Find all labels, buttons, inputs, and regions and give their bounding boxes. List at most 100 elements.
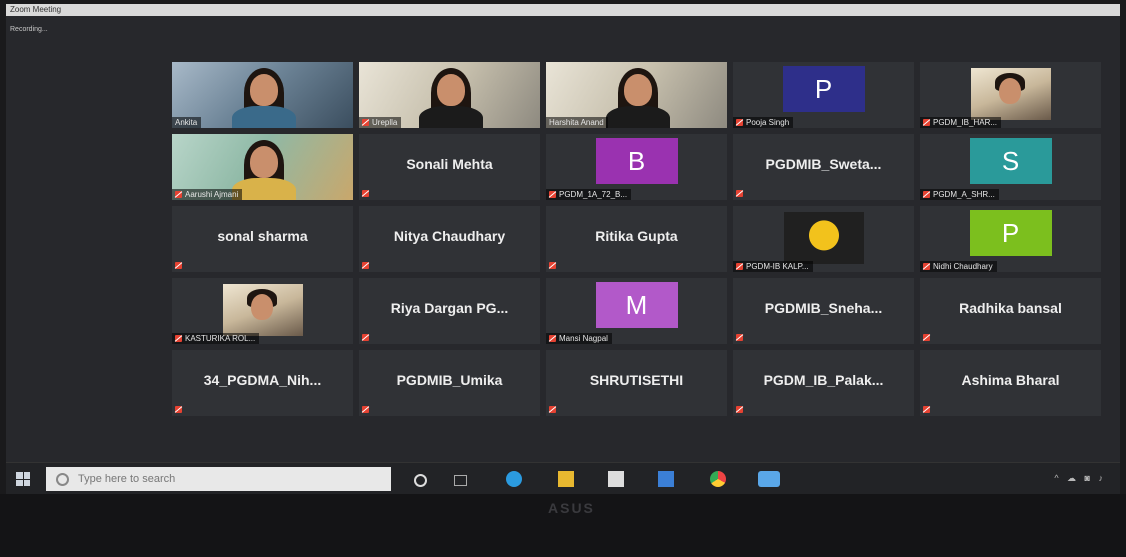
participant-avatar: P xyxy=(782,66,865,112)
participant-name: Riya Dargan PG... xyxy=(390,300,509,316)
participant-name-label: Ureplla xyxy=(359,117,402,128)
taskbar: Type here to search ^ ☁ ◙ ♪ xyxy=(6,462,1120,494)
windows-start-icon[interactable] xyxy=(16,472,30,486)
participant-name: Ankita xyxy=(175,118,198,127)
participant-tile[interactable]: Ritika Gupta xyxy=(546,206,727,272)
participant-name-label: PGDM_A_SHR... xyxy=(920,189,999,200)
participant-name-label: KASTURIKA ROL... xyxy=(172,333,260,344)
participant-tile[interactable]: KASTURIKA ROL... xyxy=(172,278,353,344)
participant-name-label: Ankita xyxy=(172,117,202,128)
participant-name: PGDMIB_Sweta... xyxy=(765,156,882,172)
muted-mic-icon xyxy=(175,335,182,342)
participant-tile[interactable]: PGDM_IB_HAR... xyxy=(920,62,1101,128)
participant-name-label: PGDM_IB_HAR... xyxy=(920,117,1002,128)
participant-tile[interactable]: SHRUTISETHI xyxy=(546,350,727,416)
window-title: Zoom Meeting xyxy=(6,4,1120,16)
participant-name-label: PGDM_1A_72_B... xyxy=(546,189,632,200)
participant-name: Ritika Gupta xyxy=(595,228,678,244)
participant-name: PGDM-IB KALP... xyxy=(746,262,809,271)
participant-name: 34_PGDMA_Nih... xyxy=(203,372,322,388)
participant-avatar: S xyxy=(969,138,1052,184)
task-view-icon[interactable] xyxy=(454,475,467,486)
participant-name: PGDM_1A_72_B... xyxy=(559,190,628,199)
muted-mic-icon xyxy=(923,119,930,126)
participant-name: PGDM_A_SHR... xyxy=(933,190,995,199)
participant-tile[interactable]: PGDM_IB_Palak... xyxy=(733,350,914,416)
muted-mic-icon xyxy=(923,406,930,413)
participant-name-label: Harshita Anand xyxy=(546,117,608,128)
muted-mic-icon xyxy=(362,406,369,413)
participant-profile-picture xyxy=(970,68,1051,120)
participant-tile[interactable]: Riya Dargan PG... xyxy=(359,278,540,344)
store-icon[interactable] xyxy=(608,471,624,487)
muted-mic-icon xyxy=(549,335,556,342)
participant-tile[interactable]: 34_PGDMA_Nih... xyxy=(172,350,353,416)
participant-name-label: Mansi Nagpal xyxy=(546,333,612,344)
participant-avatar: B xyxy=(595,138,678,184)
muted-mic-icon xyxy=(923,263,930,270)
muted-mic-icon xyxy=(736,406,743,413)
participant-tile[interactable]: Harshita Anand xyxy=(546,62,727,128)
recording-indicator: Recording... xyxy=(10,26,48,33)
participant-grid: Ankita Ureplla Harshita Anand P Pooja Singh P… xyxy=(172,62,1101,416)
participant-name: PGDMIB_Umika xyxy=(396,372,503,388)
edge-icon[interactable] xyxy=(506,471,522,487)
file-explorer-icon[interactable] xyxy=(558,471,574,487)
search-placeholder: Type here to search xyxy=(78,473,176,485)
participant-name: Radhika bansal xyxy=(959,300,1062,316)
participant-name-label: Pooja Singh xyxy=(733,117,794,128)
participant-name: PGDM_IB_HAR... xyxy=(933,118,998,127)
participant-profile-picture xyxy=(783,212,864,264)
system-tray[interactable]: ^ ☁ ◙ ♪ xyxy=(1054,473,1106,484)
participant-name: Ureplla xyxy=(372,118,398,127)
participant-name: Ashima Bharal xyxy=(961,372,1060,388)
participant-name: KASTURIKA ROL... xyxy=(185,334,256,343)
participant-name: Sonali Mehta xyxy=(406,156,493,172)
zoom-icon[interactable] xyxy=(758,471,780,487)
muted-mic-icon xyxy=(736,190,743,197)
cortana-icon[interactable] xyxy=(414,474,427,487)
participant-tile[interactable]: Ureplla xyxy=(359,62,540,128)
muted-mic-icon xyxy=(175,262,182,269)
muted-mic-icon xyxy=(923,191,930,198)
participant-name: Nidhi Chaudhary xyxy=(933,262,993,271)
laptop-brand-logo: ASUS xyxy=(548,500,595,516)
muted-mic-icon xyxy=(549,191,556,198)
participant-avatar: M xyxy=(595,282,678,328)
muted-mic-icon xyxy=(549,406,556,413)
muted-mic-icon xyxy=(362,262,369,269)
muted-mic-icon xyxy=(175,406,182,413)
participant-tile[interactable]: Sonali Mehta xyxy=(359,134,540,200)
participant-tile[interactable]: S PGDM_A_SHR... xyxy=(920,134,1101,200)
participant-tile[interactable]: P Nidhi Chaudhary xyxy=(920,206,1101,272)
participant-name: sonal sharma xyxy=(217,228,308,244)
participant-tile[interactable]: B PGDM_1A_72_B... xyxy=(546,134,727,200)
participant-tile[interactable]: P Pooja Singh xyxy=(733,62,914,128)
participant-tile[interactable]: PGDMIB_Umika xyxy=(359,350,540,416)
participant-tile[interactable]: sonal sharma xyxy=(172,206,353,272)
participant-tile[interactable]: M Mansi Nagpal xyxy=(546,278,727,344)
participant-name: Aarushi Ajmani xyxy=(185,190,239,199)
participant-name: Mansi Nagpal xyxy=(559,334,608,343)
participant-name-label: Nidhi Chaudhary xyxy=(920,261,997,272)
taskbar-search-input[interactable]: Type here to search xyxy=(46,467,391,491)
chrome-icon[interactable] xyxy=(710,471,726,487)
participant-tile[interactable]: PGDMIB_Sneha... xyxy=(733,278,914,344)
participant-name: Nitya Chaudhary xyxy=(393,228,506,244)
muted-mic-icon xyxy=(175,191,182,198)
muted-mic-icon xyxy=(736,334,743,341)
participant-tile[interactable]: PGDM-IB KALP... xyxy=(733,206,914,272)
mail-icon[interactable] xyxy=(658,471,674,487)
muted-mic-icon xyxy=(362,119,369,126)
participant-tile[interactable]: PGDMIB_Sweta... xyxy=(733,134,914,200)
participant-name-label: PGDM-IB KALP... xyxy=(733,261,813,272)
muted-mic-icon xyxy=(549,262,556,269)
participant-tile[interactable]: Ashima Bharal xyxy=(920,350,1101,416)
participant-tile[interactable]: Nitya Chaudhary xyxy=(359,206,540,272)
participant-tile[interactable]: Ankita xyxy=(172,62,353,128)
participant-tile[interactable]: Aarushi Ajmani xyxy=(172,134,353,200)
muted-mic-icon xyxy=(923,334,930,341)
participant-name-label: Aarushi Ajmani xyxy=(172,189,243,200)
muted-mic-icon xyxy=(362,190,369,197)
participant-tile[interactable]: Radhika bansal xyxy=(920,278,1101,344)
